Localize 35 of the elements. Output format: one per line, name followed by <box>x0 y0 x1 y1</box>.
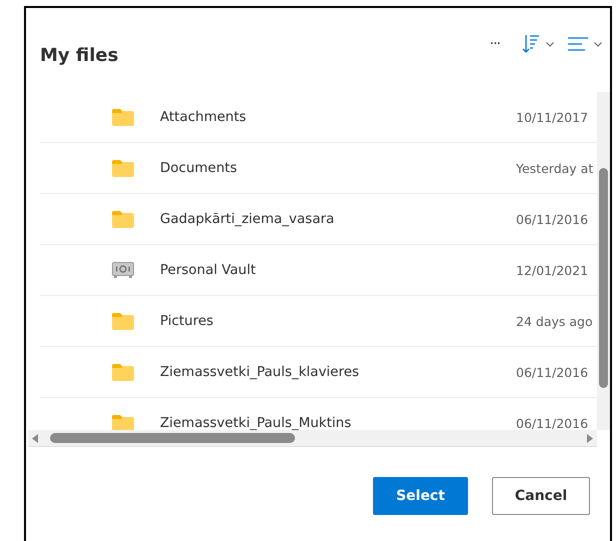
cancel-button[interactable]: Cancel <box>492 477 590 515</box>
file-name[interactable]: Documents <box>160 160 516 176</box>
modified-date: 06/11/2016 <box>516 364 588 380</box>
more-button[interactable]: ··· <box>482 36 508 52</box>
sort-icon <box>522 34 540 54</box>
modified-date: Yesterday at <box>516 160 594 176</box>
modified-date: 06/11/2016 <box>516 212 588 226</box>
scroll-left-icon[interactable] <box>32 434 38 442</box>
file-name[interactable]: Attachments <box>160 109 516 125</box>
modified-date: 10/11/2017 <box>516 110 588 124</box>
folder-icon <box>112 210 134 228</box>
modified-date: 12/01/2021 <box>516 262 588 278</box>
modified-date: 06/11/2016 <box>516 416 588 430</box>
file-name[interactable]: Ziemassvetki_Pauls_klavieres <box>160 364 516 380</box>
scroll-right-icon[interactable] <box>587 434 593 442</box>
horizontal-scrollbar[interactable] <box>28 430 597 447</box>
modified-date: 24 days ago <box>516 314 593 328</box>
file-name[interactable]: Gadapkārti_ziema_vasara <box>160 211 516 227</box>
folder-icon <box>112 160 134 176</box>
folder-icon <box>112 414 134 430</box>
caret-icon <box>594 42 602 46</box>
view-options-button[interactable] <box>568 36 602 52</box>
file-name[interactable]: Ziemassvetki_Pauls_Muktins <box>160 415 516 430</box>
vertical-scrollbar[interactable] <box>597 92 610 430</box>
folder-icon <box>112 364 134 380</box>
folder-icon <box>112 312 134 330</box>
lines-icon <box>568 36 588 52</box>
caret-icon <box>546 42 554 46</box>
sort-button[interactable] <box>522 34 554 54</box>
file-name[interactable]: Personal Vault <box>160 262 516 278</box>
select-button[interactable]: Select <box>373 477 468 515</box>
file-name[interactable]: Pictures <box>160 313 516 329</box>
dialog-title: My files <box>40 44 120 66</box>
folder-icon <box>112 108 134 126</box>
safe-icon <box>112 262 134 278</box>
